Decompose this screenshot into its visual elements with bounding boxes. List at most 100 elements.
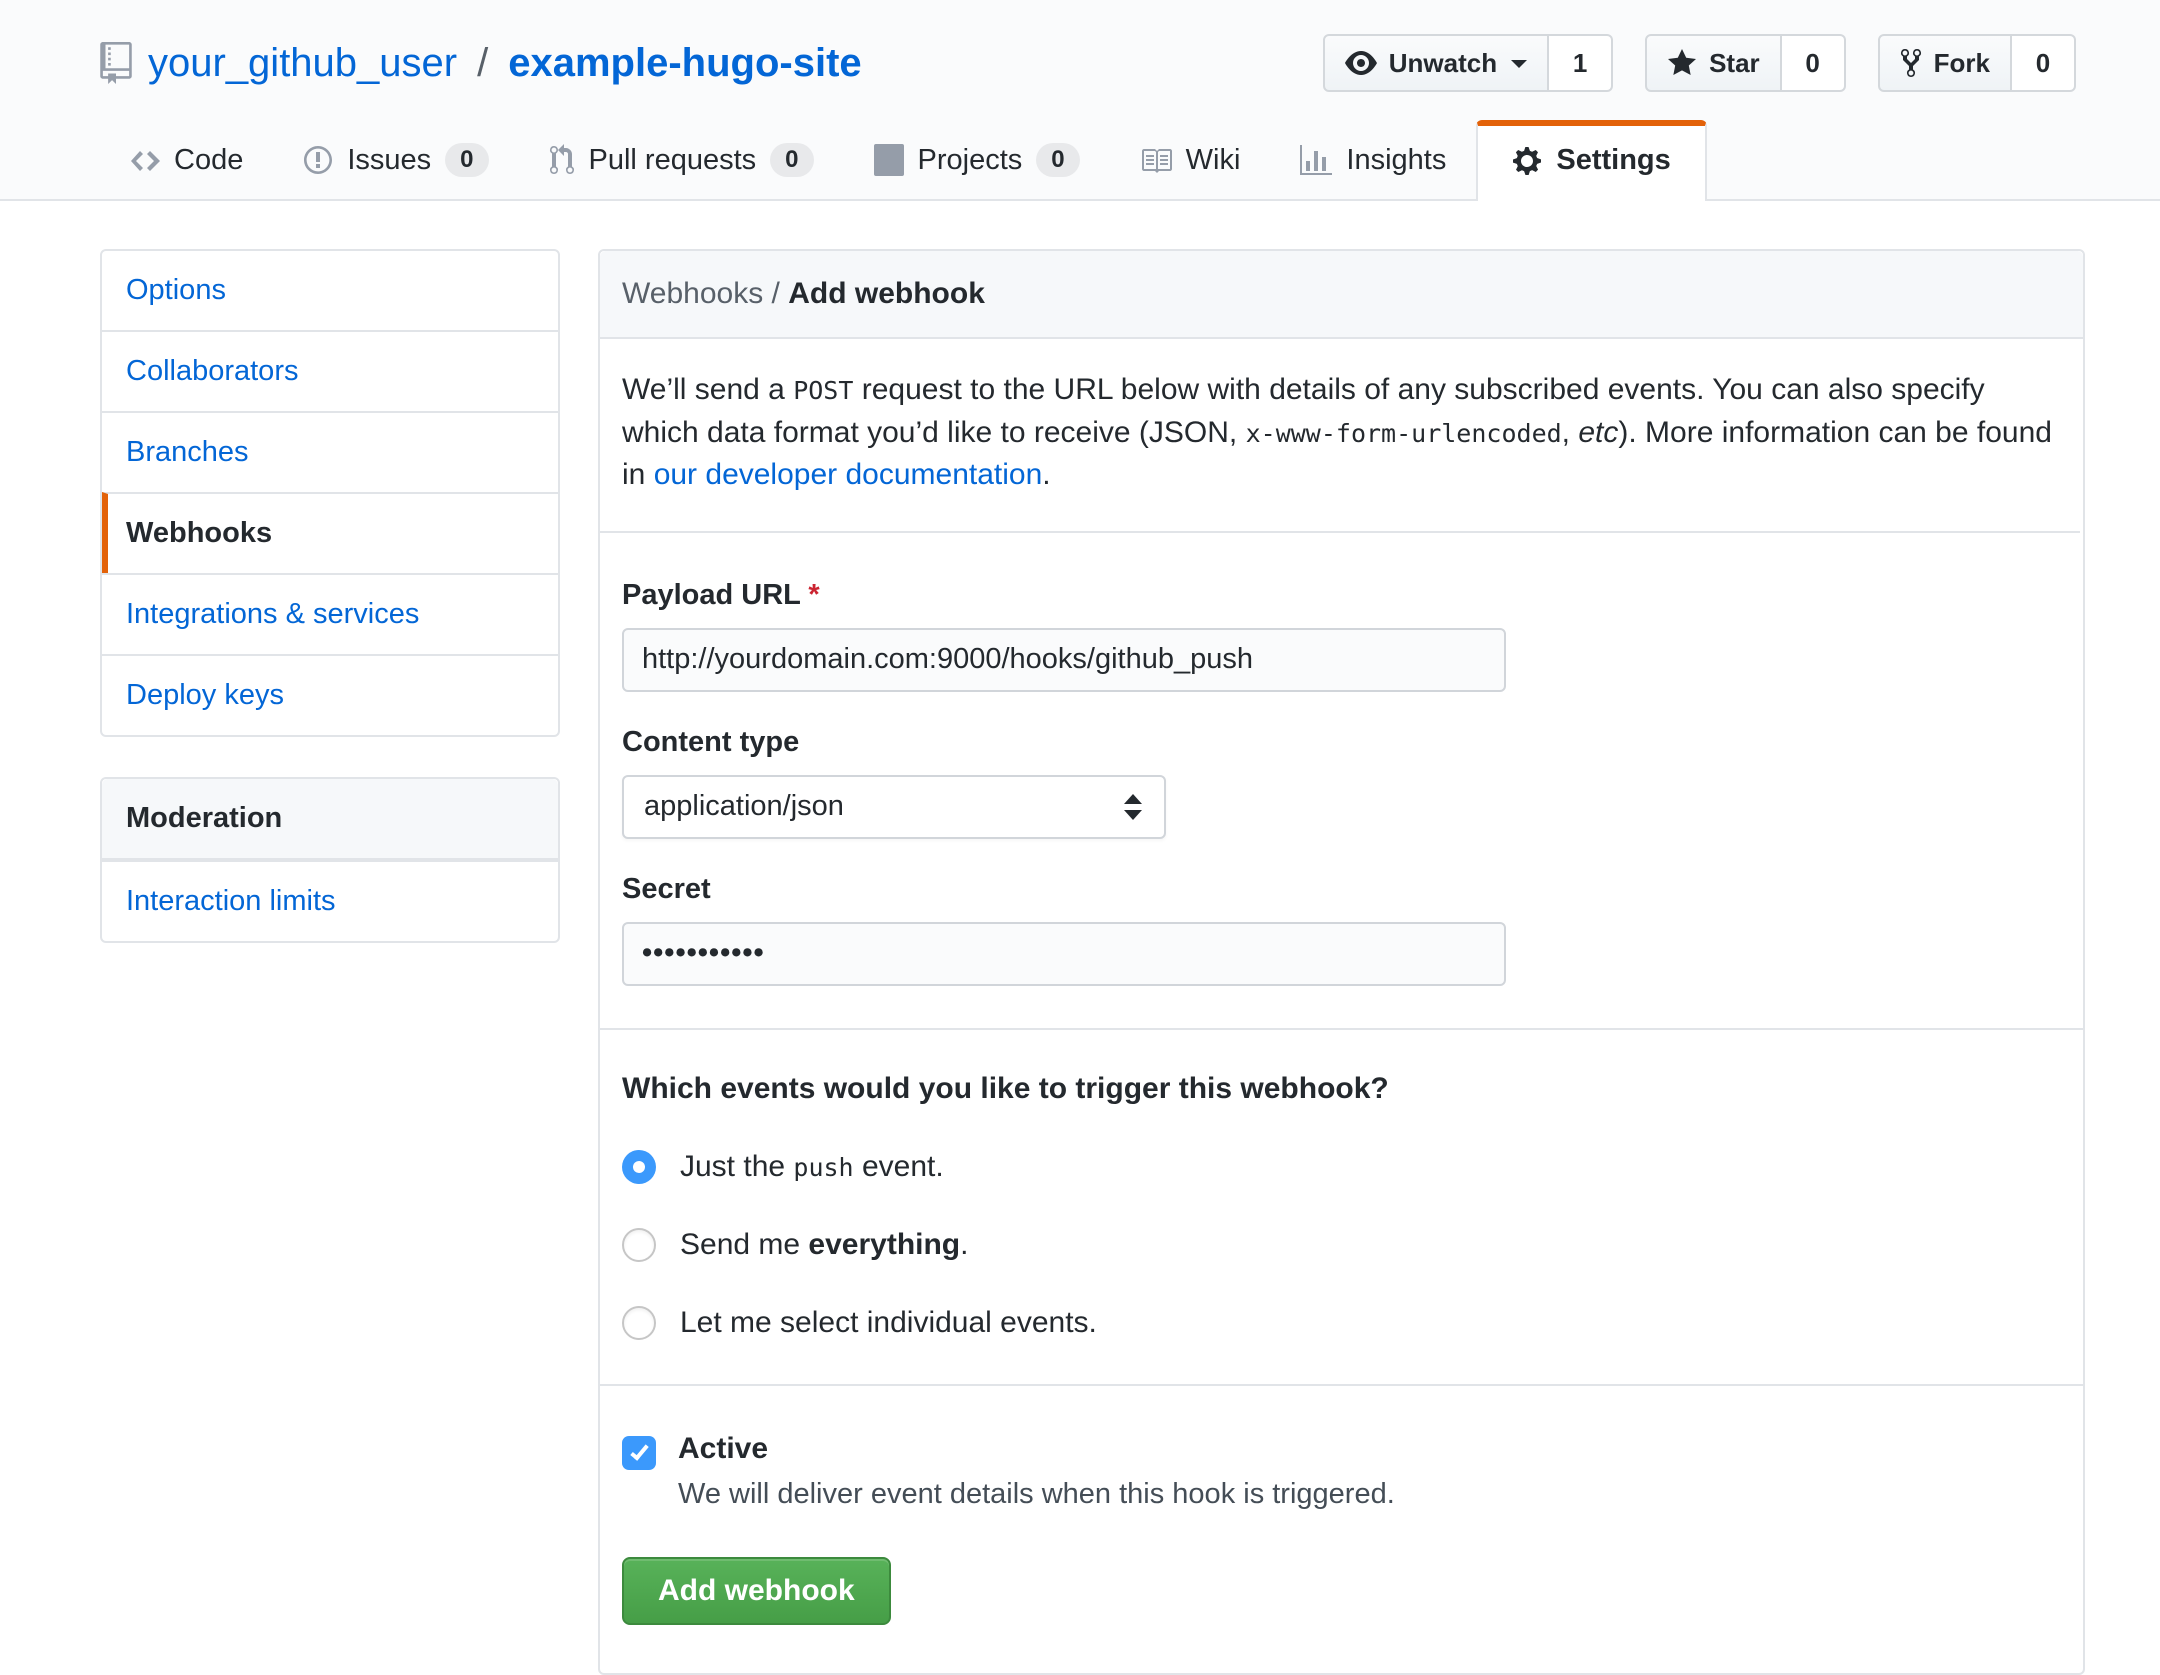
webhook-panel: Webhooks / Add webhook We’ll send a POST… xyxy=(598,249,2085,1675)
description-text: . xyxy=(1042,458,1050,491)
issues-counter: 0 xyxy=(445,143,488,177)
checkmark-icon xyxy=(630,1441,648,1461)
fork-button[interactable]: Fork xyxy=(1878,34,2012,92)
gear-icon xyxy=(1512,145,1542,177)
settings-menu: Options Collaborators Branches Webhooks … xyxy=(100,249,560,737)
tab-label: Code xyxy=(174,144,243,177)
required-asterisk: * xyxy=(808,579,819,611)
radio-label: Just the push event. xyxy=(680,1150,944,1184)
active-label: Active xyxy=(678,1432,1395,1466)
sidebar-item-deploy-keys[interactable]: Deploy keys xyxy=(102,654,558,735)
radio-label: Send me everything. xyxy=(680,1228,968,1262)
repo-icon xyxy=(100,42,132,84)
repo-name-link[interactable]: example-hugo-site xyxy=(508,41,861,86)
star-group: Star 0 xyxy=(1645,34,1846,92)
events-question: Which events would you like to trigger t… xyxy=(622,1072,2061,1106)
sidebar-item-branches[interactable]: Branches xyxy=(102,411,558,492)
moderation-header: Moderation xyxy=(102,779,558,860)
caret-down-icon xyxy=(1511,60,1527,76)
content-type-select[interactable]: application/json xyxy=(622,775,1166,839)
radio-label-text: Just the xyxy=(680,1150,793,1183)
radio-label-text: Send me xyxy=(680,1228,808,1261)
section-divider xyxy=(600,1028,2083,1030)
page-header: your_github_user / example-hugo-site Unw… xyxy=(0,0,2160,201)
active-setting: Active We will deliver event details whe… xyxy=(622,1432,2061,1511)
description-text: We’ll send a xyxy=(622,373,793,406)
tab-label: Issues xyxy=(347,144,431,177)
pull-requests-counter: 0 xyxy=(770,143,813,177)
star-icon xyxy=(1667,47,1697,79)
star-label: Star xyxy=(1709,48,1760,79)
radio-option-everything[interactable]: Send me everything. xyxy=(622,1228,2061,1262)
unwatch-label: Unwatch xyxy=(1389,48,1497,79)
breadcrumb-separator: / xyxy=(772,277,780,310)
moderation-menu: Moderation Interaction limits xyxy=(100,777,560,943)
radio-label: Let me select individual events. xyxy=(680,1306,1097,1340)
code-icon xyxy=(130,145,160,177)
radio-label-text: . xyxy=(960,1228,968,1261)
fork-icon xyxy=(1900,47,1922,79)
radio-selected-icon[interactable] xyxy=(622,1150,656,1184)
active-checkbox-checked[interactable] xyxy=(622,1436,656,1470)
sidebar-item-interaction-limits[interactable]: Interaction limits xyxy=(102,860,558,941)
forks-count[interactable]: 0 xyxy=(2012,34,2076,92)
tab-wiki[interactable]: Wiki xyxy=(1110,122,1271,199)
sidebar-item-webhooks[interactable]: Webhooks xyxy=(102,492,558,573)
sidebar-item-options[interactable]: Options xyxy=(102,251,558,330)
repo-actions: Unwatch 1 Star 0 xyxy=(1323,34,2076,92)
radio-label-text: Let me select individual events. xyxy=(680,1306,1097,1339)
tab-projects[interactable]: Projects 0 xyxy=(844,121,1110,199)
tab-label: Projects xyxy=(918,144,1023,177)
repo-owner-link[interactable]: your_github_user xyxy=(148,41,457,86)
secret-label: Secret xyxy=(622,873,2061,906)
watchers-count[interactable]: 1 xyxy=(1549,34,1613,92)
sidebar-item-collaborators[interactable]: Collaborators xyxy=(102,330,558,411)
section-divider xyxy=(600,1384,2083,1386)
breadcrumb-webhooks-link[interactable]: Webhooks xyxy=(622,277,763,310)
tab-label: Insights xyxy=(1346,144,1446,177)
projects-counter: 0 xyxy=(1036,143,1079,177)
tab-insights[interactable]: Insights xyxy=(1270,122,1476,199)
repo-breadcrumb: your_github_user / example-hugo-site xyxy=(100,41,862,86)
fork-group: Fork 0 xyxy=(1878,34,2076,92)
repo-separator: / xyxy=(473,41,492,86)
content-type-value: application/json xyxy=(644,790,844,823)
radio-unselected-icon[interactable] xyxy=(622,1306,656,1340)
tab-settings[interactable]: Settings xyxy=(1476,120,1706,201)
star-button[interactable]: Star xyxy=(1645,34,1782,92)
everything-bold: everything xyxy=(808,1228,960,1261)
active-note: We will deliver event details when this … xyxy=(678,1478,1395,1511)
tab-label: Wiki xyxy=(1186,144,1241,177)
payload-url-input[interactable] xyxy=(622,628,1506,692)
tab-label: Pull requests xyxy=(589,144,757,177)
secret-input[interactable] xyxy=(622,922,1506,986)
stars-count[interactable]: 0 xyxy=(1782,34,1846,92)
payload-url-label: Payload URL * xyxy=(622,579,2061,612)
add-webhook-button[interactable]: Add webhook xyxy=(622,1557,891,1625)
tab-label: Settings xyxy=(1556,144,1670,177)
select-caret-icon xyxy=(1122,792,1144,822)
post-code: POST xyxy=(793,376,853,405)
tab-issues[interactable]: Issues 0 xyxy=(273,121,518,199)
fork-label: Fork xyxy=(1934,48,1990,79)
payload-url-label-text: Payload URL xyxy=(622,579,800,611)
project-icon xyxy=(874,144,904,176)
urlencoded-code: x-www-form-urlencoded xyxy=(1246,419,1562,448)
eye-icon xyxy=(1345,47,1377,79)
book-icon xyxy=(1140,145,1172,177)
breadcrumb: Webhooks / Add webhook xyxy=(600,251,2083,339)
watch-group: Unwatch 1 xyxy=(1323,34,1613,92)
page-title: Add webhook xyxy=(788,277,985,310)
radio-option-push-event[interactable]: Just the push event. xyxy=(622,1150,2061,1184)
tab-pull-requests[interactable]: Pull requests 0 xyxy=(519,121,844,199)
graph-icon xyxy=(1300,145,1332,177)
tab-code[interactable]: Code xyxy=(100,122,273,199)
webhook-description: We’ll send a POST request to the URL bel… xyxy=(600,339,2080,533)
radio-option-individual-events[interactable]: Let me select individual events. xyxy=(622,1306,2061,1340)
radio-unselected-icon[interactable] xyxy=(622,1228,656,1262)
developer-docs-link[interactable]: our developer documentation xyxy=(654,458,1043,491)
sidebar-item-integrations[interactable]: Integrations & services xyxy=(102,573,558,654)
unwatch-button[interactable]: Unwatch xyxy=(1323,34,1549,92)
content-type-label: Content type xyxy=(622,726,2061,759)
git-pull-request-icon xyxy=(549,144,575,176)
